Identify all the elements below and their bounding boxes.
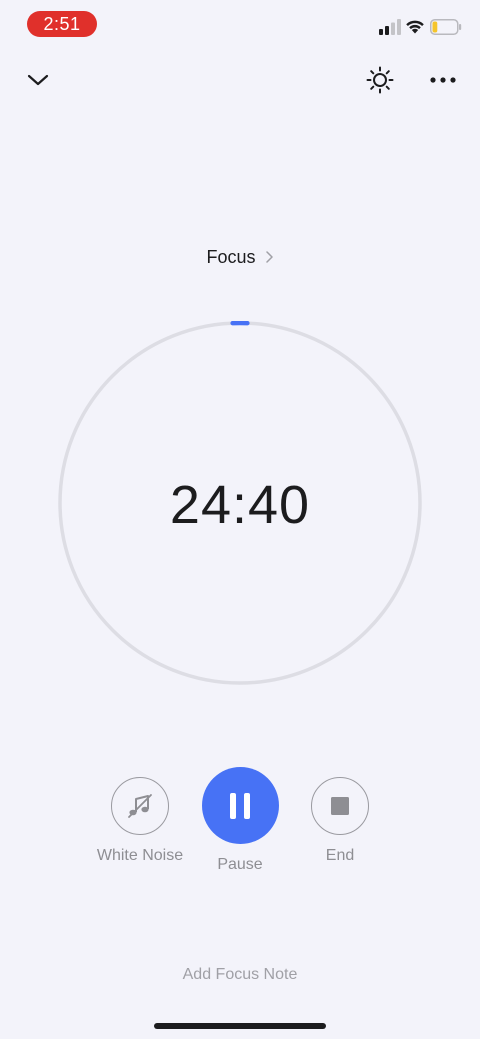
pause-label: Pause	[217, 856, 263, 873]
white-noise-button[interactable]	[111, 777, 169, 835]
more-horizontal-icon	[430, 77, 456, 83]
battery-low-icon	[430, 19, 462, 35]
wifi-icon	[406, 20, 424, 34]
focus-timer-screen: 2:51 Focus 24:40 White Noise Pause End A…	[0, 0, 480, 1039]
end-button[interactable]	[311, 777, 369, 835]
brightness-button[interactable]	[364, 64, 396, 96]
stop-icon	[331, 797, 349, 815]
pause-control[interactable]: Pause	[190, 767, 290, 874]
end-label: End	[325, 847, 355, 864]
add-focus-note-link[interactable]: Add Focus Note	[0, 966, 480, 990]
status-time[interactable]: 2:51	[27, 11, 97, 37]
focus-mode-label: Focus	[206, 246, 256, 267]
sun-icon	[366, 66, 394, 94]
chevron-down-icon	[27, 74, 49, 86]
cellular-signal-icon	[379, 19, 401, 35]
white-noise-label: White Noise	[96, 847, 184, 864]
timer-remaining: 24:40	[169, 475, 311, 535]
music-note-slash-icon	[128, 794, 152, 818]
pause-icon	[230, 792, 250, 819]
pause-button[interactable]	[201, 767, 279, 844]
home-indicator[interactable]	[154, 1023, 326, 1029]
collapse-button[interactable]	[22, 64, 54, 96]
chevron-right-icon	[265, 251, 273, 263]
white-noise-control[interactable]: White Noise	[80, 777, 200, 865]
end-control[interactable]: End	[290, 777, 390, 865]
more-options-button[interactable]	[426, 64, 460, 96]
focus-mode-selector[interactable]: Focus	[0, 244, 480, 270]
status-bar: 2:51	[0, 0, 480, 50]
